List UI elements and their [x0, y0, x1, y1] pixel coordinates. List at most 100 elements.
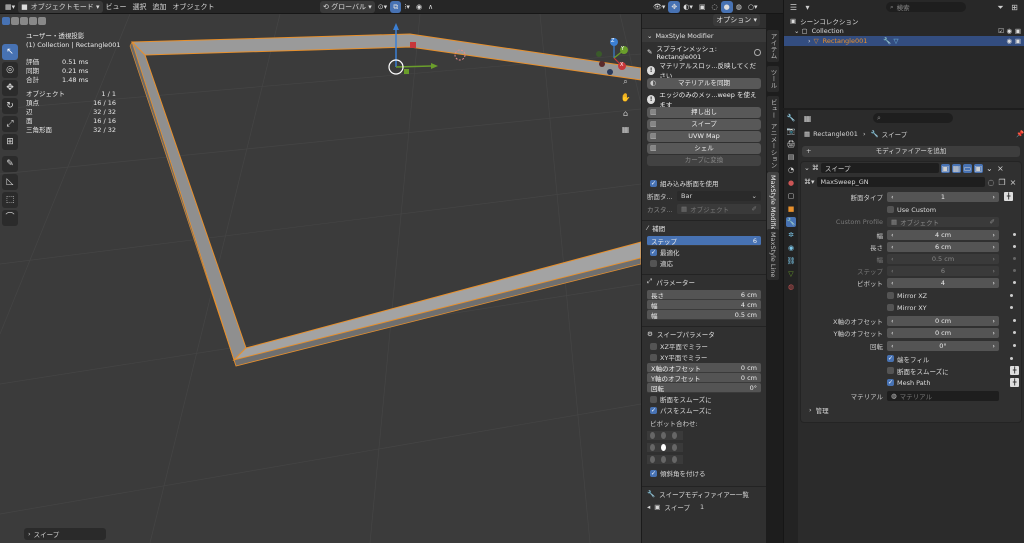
fake-user-icon[interactable]: ◌ — [987, 178, 996, 187]
shading-solid[interactable]: ● — [720, 1, 733, 13]
chevron-down-icon[interactable]: ⌄ — [804, 164, 810, 172]
dropdown-icon[interactable]: ⌄ — [985, 164, 994, 173]
proportional-falloff-button[interactable]: ∧ — [425, 1, 436, 13]
tab-maxstyle-modifier[interactable]: MaxStyle Modifier — [767, 172, 779, 237]
edit-mode-toggle-icon[interactable]: ▣ — [940, 163, 950, 173]
move-tool[interactable]: ✥ — [2, 80, 18, 96]
shell-button[interactable]: ▥ シェル — [647, 143, 761, 154]
tab-view[interactable]: ビュー — [767, 96, 779, 122]
select-intersect-icon[interactable] — [38, 17, 46, 25]
width2-field[interactable]: ‹ 0.5 cm › — [887, 253, 999, 264]
sync-material-button[interactable]: ◐ マテリアルを同期 — [647, 78, 761, 89]
keyframe-dot[interactable] — [1013, 257, 1016, 260]
custom-profile-field[interactable]: ▦ オブジェクト ✐ — [677, 203, 761, 214]
tab-tool[interactable]: ツール — [767, 66, 779, 92]
checkbox-icon[interactable] — [887, 304, 894, 311]
duplicate-icon[interactable]: ❐ — [998, 178, 1007, 187]
params-header[interactable]: ⤢ パラメーター — [642, 274, 766, 288]
scene-collection-row[interactable]: ▣ シーンコレクション — [784, 16, 1024, 26]
visibility-button[interactable]: 👁 ▾ — [650, 1, 668, 13]
checkbox-icon[interactable] — [887, 367, 894, 374]
particles-tab-icon[interactable]: ✲ — [786, 230, 796, 240]
render-toggle-icon[interactable]: ▣ — [973, 163, 983, 173]
x-offset-field[interactable]: ‹ 0 cm › — [887, 315, 999, 326]
pivot-radio[interactable] — [661, 432, 666, 439]
overlays-toggle[interactable]: ◐ ▾ — [680, 1, 696, 13]
param-length-field[interactable]: 長さ 6 cm — [647, 290, 761, 300]
length-field[interactable]: ‹ 6 cm › — [887, 241, 999, 252]
modifier-name-input[interactable]: スイープ — [820, 163, 939, 173]
param-width-field[interactable]: 幅4 cm — [647, 300, 761, 310]
pivot-radio[interactable] — [650, 432, 655, 439]
step-field[interactable]: ‹ 6 › — [887, 265, 999, 276]
physics-tab-icon[interactable]: ◉ — [786, 243, 796, 253]
extra-tool[interactable]: ⌒ — [2, 210, 18, 226]
pivot-radio[interactable] — [672, 456, 677, 463]
sweep-button[interactable]: ▥ スイープ — [647, 119, 761, 130]
menu-select[interactable]: 選択 — [130, 1, 150, 13]
view-layer-tab-icon[interactable]: ▤ — [786, 152, 796, 162]
select-invert-icon[interactable] — [29, 17, 37, 25]
use-builtin-section-checkbox[interactable]: ✓ 組み込み断面を使用 — [650, 178, 758, 188]
keyframe-dot[interactable] — [1010, 294, 1013, 297]
camera-icon[interactable]: ▣ — [1015, 37, 1021, 45]
props-editor-icon[interactable]: ▦ — [802, 113, 813, 124]
modifier-tab-icon[interactable]: 🔧 — [786, 217, 796, 227]
close-icon[interactable]: × — [996, 164, 1005, 173]
select-box-tool[interactable]: ↖ — [2, 44, 18, 60]
check-icon[interactable]: ✓ — [887, 379, 894, 386]
transform-orientation-select[interactable]: ⟲ グローバル ▾ — [320, 1, 375, 13]
rectangle-sweep-mesh[interactable] — [129, 33, 641, 367]
section-type-field[interactable]: ‹ 1 › — [887, 191, 999, 202]
scene-tab-icon[interactable]: ◔ — [786, 165, 796, 175]
checkbox-icon[interactable] — [887, 206, 894, 213]
tool-tab-icon[interactable]: 🔧 — [786, 113, 796, 123]
y-offset-field[interactable]: Y軸のオフセット 0 cm — [647, 373, 761, 383]
eye-icon[interactable]: ◉ — [1006, 37, 1012, 45]
measure-tool[interactable]: ◺ — [2, 174, 18, 190]
add-modifier-button[interactable]: + モディファイアーを追加 — [802, 146, 1020, 157]
editor-type-button[interactable]: ▦ ▾ — [2, 1, 18, 13]
mode-select[interactable]: ■ オブジェクトモード ▾ — [18, 1, 103, 13]
cage-toggle-icon[interactable]: ▦ — [951, 163, 961, 173]
pivot-radio[interactable] — [650, 444, 655, 451]
bevel-corners-checkbox[interactable]: ✓ 傾斜角を付ける — [650, 468, 758, 478]
snap-target-button[interactable]: ⁝ ▾ — [401, 1, 413, 13]
panel-header-maxstyle[interactable]: ⌄ MaxStyle Modifier — [642, 28, 766, 42]
pivot-radio-selected[interactable] — [661, 444, 666, 451]
tab-maxstyle-line[interactable]: MaxStyle Line — [767, 229, 779, 281]
constraints-tab-icon[interactable]: ⛓ — [786, 256, 796, 266]
keyframe-dot[interactable] — [1013, 331, 1016, 334]
uvw-map-button[interactable]: ▥ UVW Map — [647, 131, 761, 142]
y-offset-field[interactable]: ‹ 0 cm › — [887, 327, 999, 338]
viewport-toggle-icon[interactable]: ▭ — [962, 163, 972, 173]
check-icon[interactable]: ✓ — [887, 355, 894, 362]
input-socket-icon[interactable]: ╋ — [1004, 192, 1013, 201]
pivot-radio[interactable] — [672, 444, 677, 451]
mirror-xz-checkbox[interactable]: XZ平面でミラー — [650, 341, 758, 351]
perspective-grid-icon[interactable]: ▦ — [620, 124, 631, 135]
3d-viewport[interactable]: ↖ ◎ ✥ ↻ ⤢ ⊞ ✎ ◺ ⬚ ⌒ ユーザー・透視投影 (1) Collec… — [0, 14, 641, 543]
optimize-checkbox[interactable]: ✓ 最適化 — [650, 247, 758, 257]
zoom-icon[interactable]: ⌕ — [620, 76, 631, 87]
camera-view-icon[interactable]: ⌂ — [620, 108, 631, 119]
object-row-rectangle[interactable]: › ▽ Rectangle001 🔧 ▽ ◉ ▣ — [784, 36, 1024, 46]
pivot-field[interactable]: ‹ 4 › — [887, 277, 999, 288]
convert-to-curve-button[interactable]: カーブに変換 — [647, 155, 761, 166]
tab-animation[interactable]: アニメーション — [767, 120, 779, 172]
mirror-xy-checkbox[interactable]: XY平面でミラー — [650, 352, 758, 362]
keyframe-dot[interactable] — [1013, 245, 1016, 248]
xray-toggle[interactable]: ▣ — [696, 1, 709, 13]
manage-subpanel[interactable]: › 管理 — [809, 404, 829, 415]
custom-profile-field[interactable]: ▦ オブジェクト ✐ — [887, 216, 999, 227]
shading-material[interactable]: ◍ — [733, 1, 745, 13]
world-tab-icon[interactable]: ● — [786, 178, 796, 188]
x-offset-field[interactable]: X軸のオフセット 0 cm — [647, 363, 761, 373]
sweep-params-header[interactable]: ⚙ スイープパラメータ — [642, 326, 766, 340]
select-extend-icon[interactable] — [11, 17, 19, 25]
outliner-search-input[interactable]: ⌕ 検索 — [886, 2, 966, 12]
last-operator-panel[interactable]: › スイープ — [24, 528, 106, 540]
steps-field[interactable]: ステップ 6 — [647, 236, 761, 246]
material-tab-icon[interactable]: ◍ — [786, 282, 796, 292]
sweep-list-item[interactable]: ◂ ▣ スイープ 1 — [647, 501, 761, 512]
